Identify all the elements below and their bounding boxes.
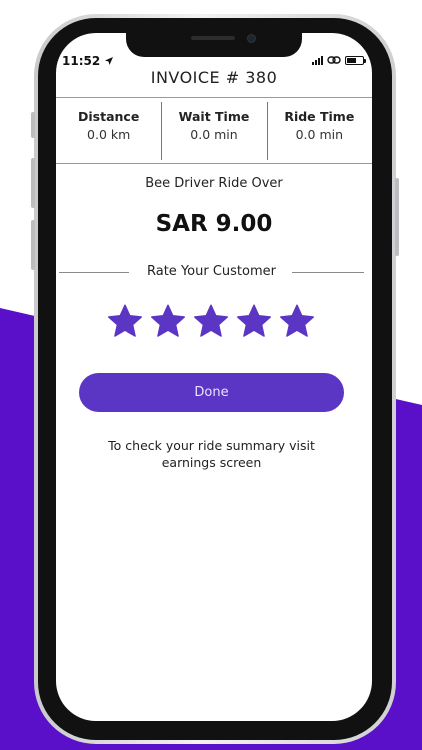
metric-label: Wait Time (178, 109, 250, 124)
rating-header: Rate Your Customer (59, 264, 364, 282)
status-bar-time: 11:52 (62, 54, 114, 68)
metric-distance: Distance 0.0 km (56, 98, 161, 163)
ride-status-text: Bee Driver Ride Over (145, 176, 283, 191)
metric-value: 0.0 km (87, 127, 131, 142)
metric-value: 0.0 min (190, 127, 238, 142)
phone-notch (126, 33, 302, 57)
ride-metrics: Distance 0.0 km Wait Time 0.0 min Ride T… (56, 97, 372, 164)
navigation-arrow-icon (105, 57, 114, 65)
status-bar-indicators (312, 55, 366, 65)
status-time-text: 11:52 (62, 54, 101, 68)
star-icon[interactable] (106, 303, 144, 340)
front-camera (247, 34, 256, 43)
metric-wait-time: Wait Time 0.0 min (161, 98, 266, 163)
phone-volume-up-button (31, 158, 35, 208)
battery-icon (345, 55, 366, 65)
star-icon[interactable] (149, 303, 187, 340)
earnings-note: To check your ride summary visit earning… (108, 438, 315, 470)
phone-volume-down-button (31, 220, 35, 270)
metric-label: Distance (78, 109, 140, 124)
phone-power-button (395, 178, 399, 256)
phone-mute-switch (31, 112, 35, 138)
metric-value: 0.0 min (295, 127, 344, 142)
done-button[interactable]: Done (79, 373, 344, 412)
app-screen: 11:52 INVOICE # 380 Distance 0.0 km Wait… (56, 33, 372, 721)
star-icon[interactable] (235, 303, 273, 340)
star-icon[interactable] (192, 303, 230, 340)
invoice-title: INVOICE # 380 (150, 68, 278, 87)
speaker-grille (191, 36, 235, 40)
metric-ride-time: Ride Time 0.0 min (266, 98, 372, 163)
divider-line-right (292, 272, 364, 273)
metric-label: Ride Time (284, 109, 355, 124)
link-icon (327, 56, 341, 64)
fare-amount: SAR 9.00 (155, 211, 273, 237)
star-icon[interactable] (278, 303, 316, 340)
cellular-signal-icon (312, 55, 323, 65)
star-rating[interactable] (106, 303, 316, 340)
